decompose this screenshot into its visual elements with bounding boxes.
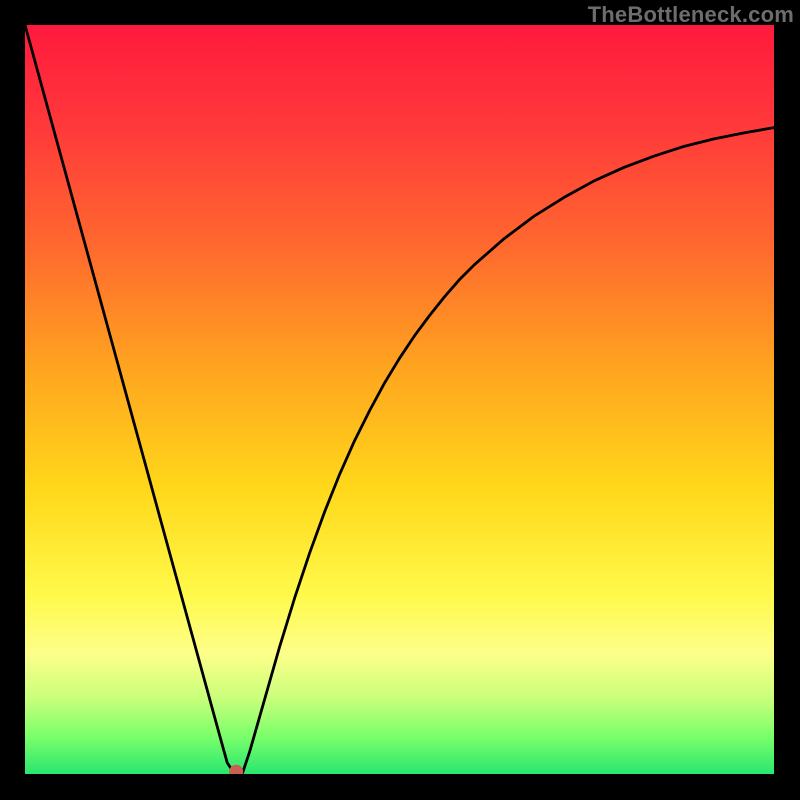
bottleneck-curve <box>25 25 774 774</box>
minimum-marker <box>229 765 243 774</box>
curve-line <box>25 25 774 774</box>
chart-plot-area <box>25 25 774 774</box>
watermark-text: TheBottleneck.com <box>588 2 794 28</box>
